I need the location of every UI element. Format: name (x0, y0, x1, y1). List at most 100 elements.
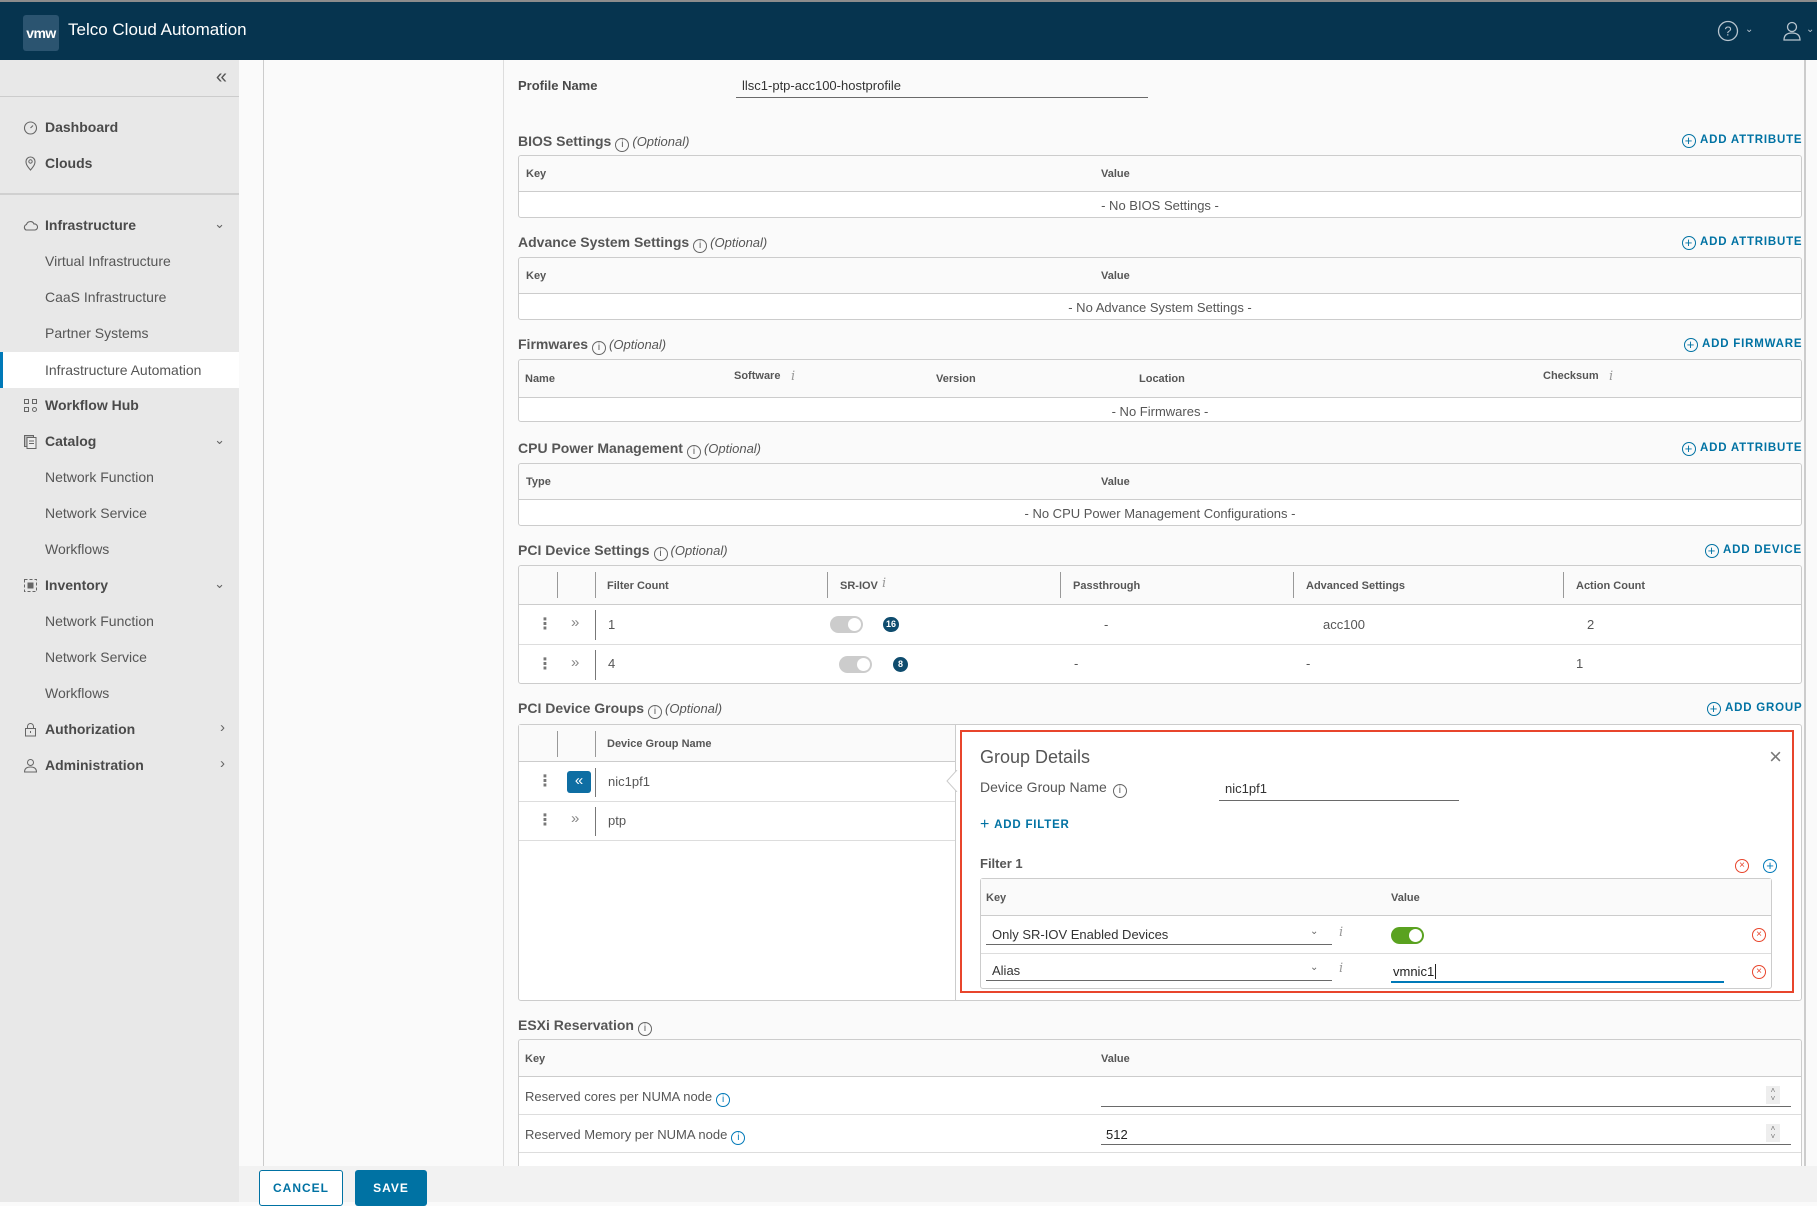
sidebar-item-caas-infrastructure[interactable]: CaaS Infrastructure (0, 280, 239, 314)
add-filter-button[interactable]: + ADD FILTER (980, 816, 1070, 834)
device-group-name-underline (1219, 800, 1459, 801)
device-group-name-cell: ptp (608, 813, 627, 828)
alias-value-input[interactable]: vmnic1 (1393, 964, 1437, 979)
expand-row-icon[interactable]: » (571, 614, 579, 631)
row-actions-kebab-icon[interactable]: ⋮ (537, 774, 553, 790)
sidebar-item-label: Network Service (45, 505, 147, 521)
sriov-toggle[interactable] (839, 656, 872, 673)
add-filter-row-icon[interactable]: + (1763, 859, 1777, 873)
help-dropdown-caret-icon[interactable]: ⌄ (1745, 24, 1753, 35)
sidebar-item-catalog-network-function[interactable]: Network Function (0, 460, 239, 494)
add-firmware-button[interactable]: + ADD FIRMWARE (1684, 338, 1802, 352)
chevron-down-icon[interactable]: ⌄ (1310, 962, 1318, 973)
info-italic-icon[interactable]: i (882, 576, 886, 591)
sidebar-item-infrastructure-automation[interactable]: Infrastructure Automation (0, 352, 239, 388)
table-header: Type Value (519, 464, 1801, 500)
sidebar-item-dashboard[interactable]: Dashboard (0, 110, 239, 144)
device-group-name-input[interactable]: nic1pf1 (1225, 781, 1267, 796)
sidebar-item-authorization[interactable]: Authorization › (0, 712, 239, 746)
sidebar-item-inventory[interactable]: Inventory ⌄ (0, 568, 239, 602)
filter-key-select[interactable]: Alias (992, 963, 1020, 978)
section-title-text: Advance System Settings (518, 234, 690, 250)
button-label: ADD FILTER (994, 819, 1070, 831)
empty-state: - No CPU Power Management Configurations… (1024, 506, 1296, 521)
sidebar-item-administration[interactable]: Administration › (0, 748, 239, 782)
sidebar-item-catalog-network-service[interactable]: Network Service (0, 496, 239, 530)
row-actions-kebab-icon[interactable]: ⋮ (537, 617, 553, 633)
info-icon[interactable]: i (693, 239, 708, 253)
info-italic-icon[interactable]: i (791, 369, 795, 384)
expand-row-icon[interactable]: » (571, 810, 579, 827)
filter-row: Alias ⌄ i vmnic1 × (981, 954, 1771, 990)
info-icon[interactable]: i (686, 445, 701, 459)
vertical-scrollbar[interactable] (1804, 60, 1806, 1166)
remove-filter-row-icon[interactable]: × (1752, 928, 1766, 942)
sriov-toggle[interactable] (830, 616, 863, 633)
info-icon[interactable]: i (637, 1022, 652, 1036)
key-text: Reserved Memory per NUMA node (525, 1127, 728, 1142)
info-italic-icon[interactable]: i (1339, 925, 1343, 940)
number-spinner-icon[interactable]: ˄ ˅ (1766, 1124, 1780, 1142)
table-header: Filter Count SR-IOV i Passthrough Advanc… (519, 566, 1801, 605)
reserved-memory-input[interactable]: 512 (1106, 1127, 1128, 1142)
cancel-button[interactable]: CANCEL (259, 1170, 343, 1206)
add-group-button[interactable]: + ADD GROUP (1707, 702, 1802, 716)
remove-filter-row-icon[interactable]: × (1752, 965, 1766, 979)
chevron-down-icon[interactable]: ⌄ (1310, 926, 1318, 937)
advance-system-add-attribute-button[interactable]: + ADD ATTRIBUTE (1682, 236, 1802, 250)
save-button[interactable]: SAVE (355, 1170, 427, 1206)
info-icon[interactable]: i (1112, 784, 1127, 798)
expand-row-icon[interactable]: » (571, 654, 579, 671)
sidebar-item-inventory-network-service[interactable]: Network Service (0, 640, 239, 674)
info-italic-icon[interactable]: i (1339, 961, 1343, 976)
column-header-key: Key (526, 168, 547, 180)
filter-table: Key Value Only SR-IOV Enabled Devices ⌄ … (980, 878, 1772, 989)
sidebar-item-catalog[interactable]: Catalog ⌄ (0, 424, 239, 458)
sidebar-divider (0, 193, 239, 195)
sidebar-item-workflow-hub[interactable]: Workflow Hub (0, 388, 239, 422)
info-icon[interactable]: i (716, 1093, 731, 1107)
user-icon[interactable] (1781, 20, 1803, 47)
sidebar-item-inventory-workflows[interactable]: Workflows (0, 676, 239, 710)
info-icon[interactable]: i (615, 138, 630, 152)
close-icon[interactable]: × (1769, 746, 1782, 768)
table-row[interactable]: ⋮ » ptp (519, 802, 955, 840)
info-icon[interactable]: i (731, 1131, 746, 1145)
sidebar-item-virtual-infrastructure[interactable]: Virtual Infrastructure (0, 244, 239, 278)
sidebar-item-catalog-workflows[interactable]: Workflows (0, 532, 239, 566)
remove-filter-icon[interactable]: × (1735, 859, 1749, 873)
info-italic-icon[interactable]: i (1609, 369, 1613, 384)
button-label: ADD GROUP (1725, 702, 1803, 714)
app-header: vmw Telco Cloud Automation ? ⌄ ⌄ (0, 0, 1817, 60)
device-group-name-cell: nic1pf1 (608, 774, 650, 789)
bios-add-attribute-button[interactable]: + ADD ATTRIBUTE (1682, 134, 1802, 148)
sriov-enabled-toggle[interactable] (1391, 927, 1424, 944)
sidebar-item-inventory-network-function[interactable]: Network Function (0, 604, 239, 638)
table-row[interactable]: ⋮ « nic1pf1 (519, 763, 955, 801)
sidebar-item-label: Workflows (45, 541, 110, 557)
sidebar-item-partner-systems[interactable]: Partner Systems (0, 316, 239, 350)
profile-name-input[interactable]: llsc1-ptp-acc100-hostprofile (742, 78, 901, 93)
row-actions-kebab-icon[interactable]: ⋮ (537, 813, 553, 829)
profile-name-underline (736, 97, 1148, 98)
sidebar-item-infrastructure[interactable]: Infrastructure ⌄ (0, 208, 239, 242)
double-chevron-left-icon[interactable]: « (216, 66, 227, 89)
label-text: Device Group Name (980, 779, 1107, 795)
sidebar-item-label: Workflow Hub (45, 397, 139, 413)
column-header-key: Key (525, 1053, 546, 1065)
user-icon (23, 758, 38, 773)
info-icon[interactable]: i (653, 547, 668, 561)
help-circle-icon[interactable]: ? (1717, 20, 1739, 47)
row-actions-kebab-icon[interactable]: ⋮ (537, 657, 553, 673)
info-icon[interactable]: i (648, 705, 663, 719)
user-dropdown-caret-icon[interactable]: ⌄ (1806, 24, 1814, 35)
add-device-button[interactable]: + ADD DEVICE (1705, 544, 1802, 558)
filter-key-select[interactable]: Only SR-IOV Enabled Devices (992, 927, 1168, 942)
sidebar-item-label: Network Function (45, 469, 154, 485)
collapse-row-icon[interactable]: « (567, 771, 591, 793)
cpu-power-add-attribute-button[interactable]: + ADD ATTRIBUTE (1682, 442, 1802, 456)
number-spinner-icon[interactable]: ˄ ˅ (1766, 1086, 1780, 1104)
pci-device-settings-table: Filter Count SR-IOV i Passthrough Advanc… (518, 565, 1802, 684)
sidebar-item-clouds[interactable]: Clouds (0, 146, 239, 180)
info-icon[interactable]: i (592, 341, 607, 355)
